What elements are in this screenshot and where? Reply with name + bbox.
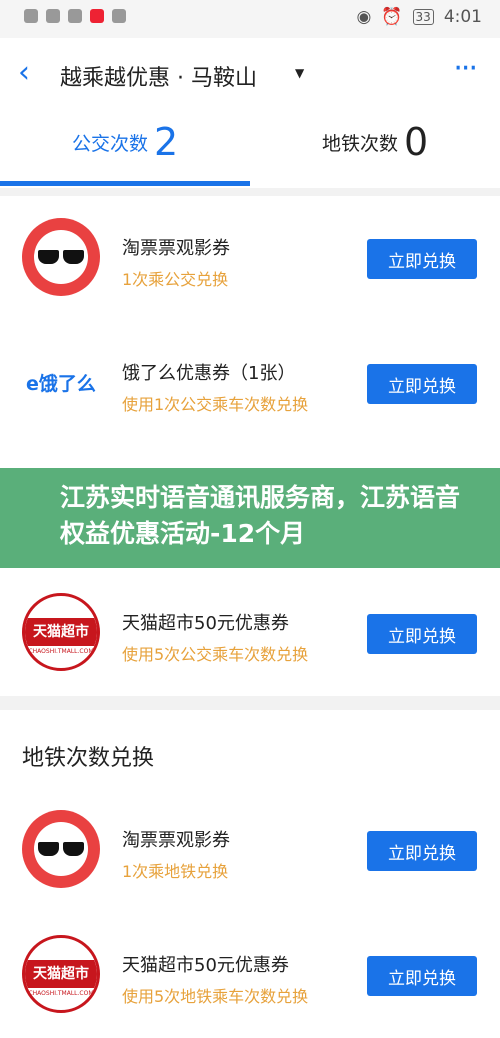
eye-icon: ◉: [356, 7, 372, 27]
tmall-logo-text: 天猫超市: [25, 618, 97, 646]
redeem-button[interactable]: 立即兑换: [367, 364, 477, 404]
metro-section: 地铁次数兑换 淘票票观影券 1次乘地铁兑换 立即兑换 天猫超市 CHAOSHI.…: [0, 710, 500, 1038]
item-sub: 使用5次公交乘车次数兑换: [122, 645, 309, 664]
item-name: 淘票票观影券: [122, 830, 230, 851]
back-icon[interactable]: ‹: [18, 58, 30, 88]
tmall-logo: 天猫超市 CHAOSHI.TMALL.COM: [22, 935, 100, 1013]
tab-metro-label: 地铁次数: [322, 133, 399, 155]
header: ‹ 越乘越优惠 · 马鞍山 ▼ ··· 公交次数 2 地铁次数 0: [0, 38, 500, 188]
status-bar: ◉ ⏰ 33 4:01: [0, 0, 500, 38]
item-sub: 1次乘公交兑换: [122, 270, 229, 289]
tmall-logo: 天猫超市 CHAOSHI.TMALL.COM: [22, 593, 100, 671]
clock: 4:01: [443, 7, 482, 27]
item-name: 天猫超市50元优惠券: [122, 613, 289, 634]
item-name: 饿了么优惠券（1张）: [122, 363, 296, 384]
list-item: e饿了么 饿了么优惠券（1张） 使用1次公交乘车次数兑换 立即兑换: [0, 321, 500, 446]
redeem-button[interactable]: 立即兑换: [367, 831, 477, 871]
tab-bus-count: 2: [154, 120, 179, 164]
tmall-logo-sub: CHAOSHI.TMALL.COM: [28, 990, 94, 997]
overlay-text: 江苏实时语音通讯服务商，江苏语音权益优惠活动-12个月: [60, 483, 461, 548]
taopiao-logo: [22, 218, 100, 296]
alarm-icon: ⏰: [381, 7, 403, 27]
page-title: 越乘越优惠 · 马鞍山: [60, 66, 257, 91]
glasses-icon: [38, 842, 84, 856]
tmall-logo-sub: CHAOSHI.TMALL.COM: [28, 648, 94, 655]
more-icon[interactable]: ···: [453, 54, 478, 84]
tab-bus-label: 公交次数: [72, 133, 149, 155]
item-name: 淘票票观影券: [122, 238, 230, 259]
tab-metro-count: 0: [404, 120, 429, 164]
section-title: 地铁次数兑换: [22, 746, 155, 771]
redeem-button[interactable]: 立即兑换: [367, 956, 477, 996]
item-name: 天猫超市50元优惠券: [122, 955, 289, 976]
tab-metro[interactable]: 地铁次数 0: [322, 122, 428, 162]
taopiao-logo: [22, 810, 100, 888]
list-item: 淘票票观影券 1次乘公交兑换 立即兑换: [0, 196, 500, 321]
tiktok-icon: [112, 9, 126, 23]
message-icon: [46, 9, 60, 23]
battery-icon: 33: [412, 9, 434, 25]
tmall-logo-text: 天猫超市: [25, 960, 97, 988]
list-item: 天猫超市 CHAOSHI.TMALL.COM 天猫超市50元优惠券 使用5次地铁…: [0, 913, 500, 1038]
redeem-button[interactable]: 立即兑换: [367, 614, 477, 654]
list-item: 天猫超市 CHAOSHI.TMALL.COM 天猫超市50元优惠券 使用5次公交…: [0, 571, 500, 696]
item-sub: 使用1次公交乘车次数兑换: [122, 395, 309, 414]
app-icon: [68, 9, 82, 23]
redeem-button[interactable]: 立即兑换: [367, 239, 477, 279]
bus-coupon-list: 淘票票观影券 1次乘公交兑换 立即兑换 e饿了么 饿了么优惠券（1张） 使用1次…: [0, 196, 500, 696]
list-item: 淘票票观影券 1次乘地铁兑换 立即兑换: [0, 788, 500, 913]
item-sub: 1次乘地铁兑换: [122, 862, 229, 881]
ad-overlay-banner: 江苏实时语音通讯服务商，江苏语音权益优惠活动-12个月: [0, 468, 500, 568]
toutiao-icon: [90, 9, 104, 23]
item-sub: 使用5次地铁乘车次数兑换: [122, 987, 309, 1006]
signal-icon: [24, 9, 38, 23]
tab-bus[interactable]: 公交次数 2: [72, 122, 178, 162]
chevron-down-icon[interactable]: ▼: [295, 66, 304, 80]
eleme-logo: e饿了么: [26, 372, 96, 395]
glasses-icon: [38, 250, 84, 264]
tab-indicator: [0, 181, 250, 186]
